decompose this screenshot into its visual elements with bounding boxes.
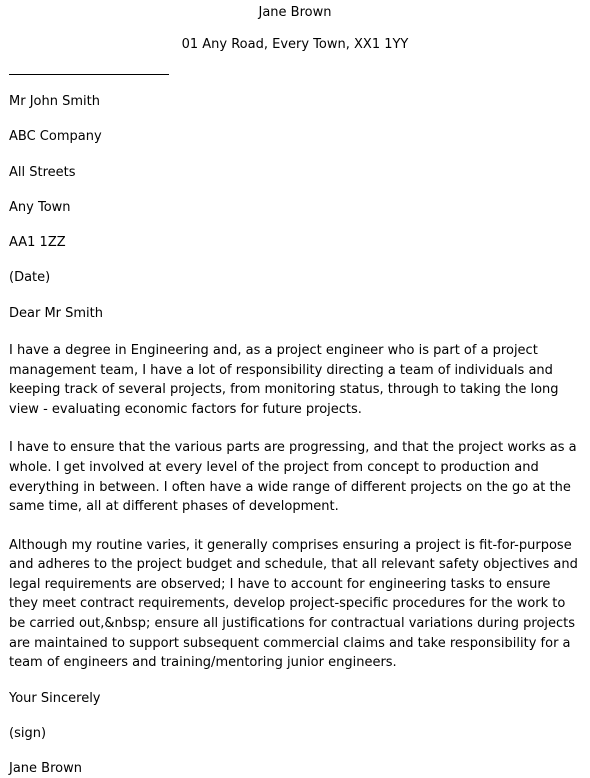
body-paragraph-1: I have a degree in Engineering and, as a… xyxy=(9,342,559,417)
sender-name: Jane Brown xyxy=(258,5,332,20)
salutation: Dear Mr Smith xyxy=(9,305,104,321)
header-separator xyxy=(9,52,581,76)
signature-placeholder: (sign) xyxy=(9,726,47,742)
body-paragraph-2: I have to ensure that the various parts … xyxy=(9,440,577,515)
recipient-line-town: Any Town xyxy=(9,199,71,215)
recipient-line-company: ABC Company xyxy=(9,129,102,145)
recipient-line-name: Mr John Smith xyxy=(9,94,100,110)
sender-address: 01 Any Road, Every Town, XX1 1YY xyxy=(181,36,409,52)
date-line: (Date) xyxy=(9,270,51,286)
body-paragraph-3: Although my routine varies, it generally… xyxy=(9,537,578,671)
signed-name: Jane Brown xyxy=(9,761,82,777)
letter-document: Jane Brown 01 Any Road, Every Town, XX1 … xyxy=(0,0,590,778)
recipient-line-street: All Streets xyxy=(9,164,76,180)
valediction: Your Sincerely xyxy=(9,690,101,706)
recipient-line-postcode: AA1 1ZZ xyxy=(9,235,66,251)
